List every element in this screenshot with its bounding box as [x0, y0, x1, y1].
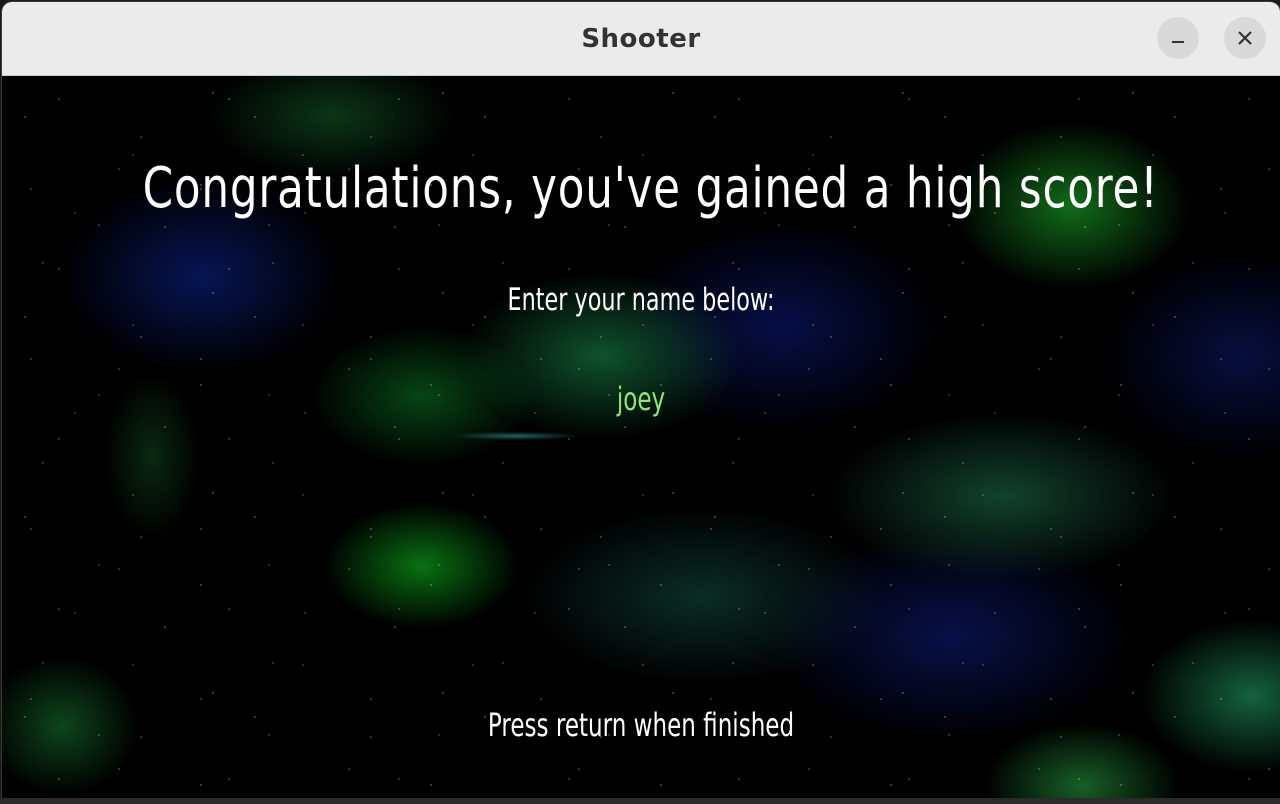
app-window: Shooter Congratulations, you've gained a… [2, 2, 1280, 798]
close-button[interactable] [1224, 17, 1266, 59]
titlebar[interactable]: Shooter [2, 2, 1280, 76]
window-title: Shooter [581, 24, 701, 54]
close-icon [1238, 31, 1252, 45]
player-name-input[interactable]: joey [181, 380, 1101, 418]
game-canvas[interactable]: Congratulations, you've gained a high sc… [2, 76, 1280, 798]
name-prompt: Enter your name below: [507, 282, 775, 318]
light-flare [432, 416, 612, 456]
minimize-icon [1172, 41, 1184, 43]
minimize-button[interactable] [1157, 17, 1199, 59]
finish-hint: Press return when finished [487, 706, 795, 744]
background-terminal-edge [0, 798, 1280, 804]
high-score-heading: Congratulations, you've gained a high sc… [142, 156, 1159, 221]
